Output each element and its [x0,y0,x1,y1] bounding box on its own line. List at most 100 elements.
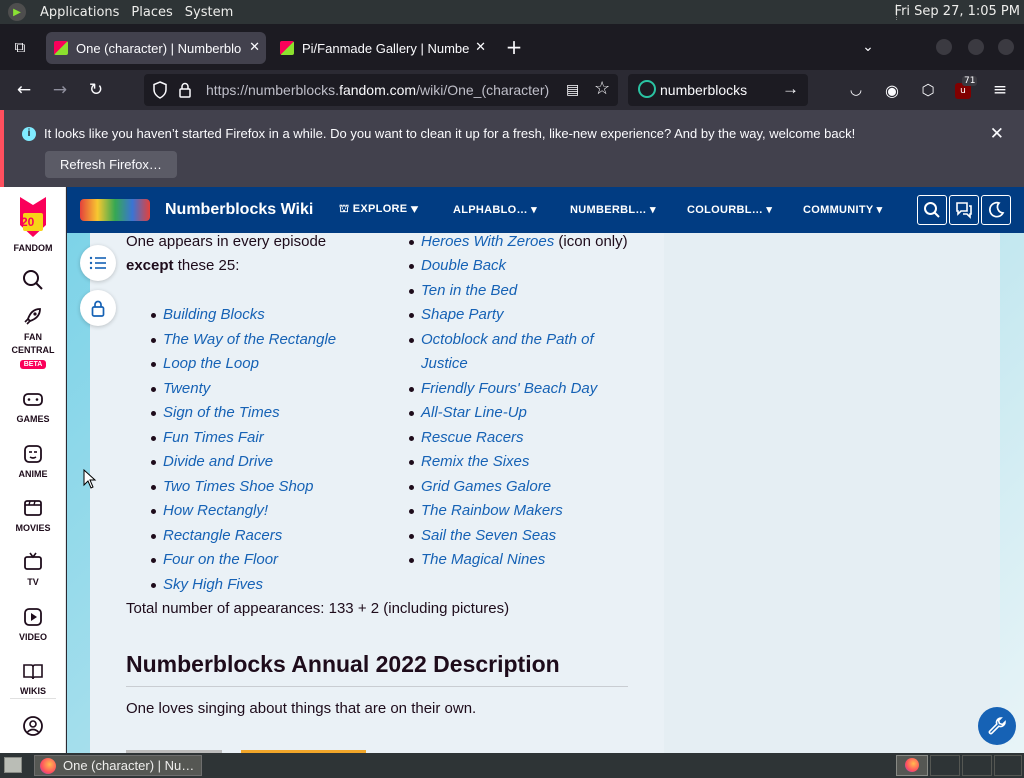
episode-link[interactable]: Ten in the Bed [421,282,517,299]
workspace-2[interactable] [930,755,960,776]
list-bullet [151,558,156,563]
tab-pi-fanmade-gallery[interactable]: Pi/Fanmade Gallery | Numbe ✕ [272,32,492,64]
episode-link[interactable]: Building Blocks [163,306,265,323]
episode-link[interactable]: Twenty [163,380,210,397]
fandom-favicon-icon [280,41,294,55]
episode-link[interactable]: Grid Games Galore [421,478,551,495]
theme-toggle-button[interactable] [981,195,1011,225]
fandom-favicon-icon [54,41,68,55]
close-tab-icon[interactable]: ✕ [475,39,486,55]
close-notification-icon[interactable]: ✕ [990,124,1004,144]
list-bullet [409,386,414,392]
refresh-firefox-button[interactable]: Refresh Firefox… [45,151,177,178]
pocket-icon[interactable]: ◡ [844,78,868,102]
wiki-search-button[interactable] [917,195,947,225]
episode-link[interactable]: Friendly Fours' Beach Day [421,380,597,397]
nav-community[interactable]: COMMUNITY ▾ [803,203,883,216]
workspace-4[interactable] [994,755,1022,776]
episode-link[interactable]: Fun Times Fair [163,429,264,446]
episode-link[interactable]: Sky High Fives [163,576,263,593]
workspace-1[interactable] [896,755,928,776]
extensions-puzzle-icon[interactable]: ⬡ [916,78,940,102]
nav-alphablocks[interactable]: ALPHABLO… ▾ [453,203,537,216]
episode-link[interactable]: Four on the Floor [163,551,278,568]
episode-link[interactable]: Double Back [421,257,506,274]
system-logo-icon[interactable]: ▶ [8,3,26,21]
nav-colourblocks-label: COLOURBL… [687,204,764,216]
search-bar[interactable]: numberblocks → [628,74,808,106]
fandom-logo-link[interactable]: 20 FANDOM [0,195,66,253]
wiki-tools-button[interactable] [978,707,1016,745]
applications-menu[interactable]: Applications [34,5,125,20]
search-go-arrow-icon[interactable]: → [782,79,799,99]
episode-link[interactable]: Two Times Shoe Shop [163,478,314,495]
tv-link[interactable]: TV [0,551,66,587]
list-bullet [151,313,156,318]
episode-link[interactable]: Justice [421,355,468,372]
numberblocks-wiki-logo[interactable] [80,199,150,221]
games-link[interactable]: GAMES [0,388,66,424]
shield-icon[interactable] [152,81,168,99]
workspace-3[interactable] [962,755,992,776]
tab-one-character[interactable]: One (character) | Numberblo ✕ [46,32,266,64]
episode-link[interactable]: Rescue Racers [421,429,524,446]
episode-link[interactable]: The Rainbow Makers [421,502,563,519]
places-menu[interactable]: Places [125,5,178,20]
new-tab-icon[interactable]: + [502,35,526,59]
episode-link[interactable]: Shape Party [421,306,504,323]
hamburger-menu-icon[interactable]: ≡ [988,78,1012,102]
user-account-link[interactable] [0,715,66,741]
url-bar[interactable]: https://numberblocks.fandom.com/wiki/One… [144,74,618,106]
top-panel: ▶ Applications Places System Fri Sep 27,… [0,0,1024,24]
episode-link[interactable]: Octoblock and the Path of [421,331,594,348]
tab-overview-icon[interactable]: ⧉ [8,35,32,59]
nav-numberblocks[interactable]: NUMBERBL… ▾ [570,203,656,216]
lock-icon[interactable] [178,81,192,99]
episode-link[interactable]: How Rectangly! [163,502,268,519]
nav-alphablocks-label: ALPHABLO… [453,204,528,216]
system-menu[interactable]: System [179,5,239,20]
episode-link[interactable]: Sail the Seven Seas [421,527,556,544]
nav-explore[interactable]: ⛫ EXPLORE ▾ [339,203,419,217]
search-input[interactable]: numberblocks [660,82,747,98]
taskbar-window-button[interactable]: One (character) | Nu… [34,755,202,776]
wiki-community-header: Numberblocks Wiki ⛫ EXPLORE ▾ ALPHABLO… … [67,187,1024,233]
reload-icon[interactable]: ↻ [84,78,108,102]
search-rail-button[interactable] [0,269,66,295]
episode-link[interactable]: Heroes With Zeroes [421,233,554,250]
minimize-window-icon[interactable] [936,39,952,55]
reader-view-icon[interactable]: ▤ [566,81,582,99]
list-tabs-chevron-icon[interactable]: ⌄ [856,35,880,59]
movies-link[interactable]: MOVIES [0,497,66,533]
close-tab-icon[interactable]: ✕ [249,39,260,55]
episode-link[interactable]: Loop the Loop [163,355,259,372]
episode-link[interactable]: Rectangle Racers [163,527,282,544]
list-bullet [409,240,414,245]
page-protection-button[interactable] [80,290,116,326]
list-icon [89,256,106,270]
fan-central-link[interactable]: FAN CENTRAL BETA [0,305,66,369]
nav-colourblocks[interactable]: COLOURBL… ▾ [687,203,772,216]
bookmark-star-icon[interactable]: ☆ [594,78,610,99]
show-desktop-icon[interactable] [4,757,22,773]
maximize-window-icon[interactable] [968,39,984,55]
back-arrow-icon[interactable]: ← [12,78,36,102]
episode-link[interactable]: The Way of the Rectangle [163,331,336,348]
anime-link[interactable]: ANIME [0,443,66,479]
clock[interactable]: Fri Sep 27, 1:05 PM [895,4,1020,19]
video-link[interactable]: VIDEO [0,606,66,642]
right-rail [664,233,1000,753]
episode-link[interactable]: The Magical Nines [421,551,545,568]
episode-link[interactable]: Sign of the Times [163,404,280,421]
episode-link[interactable]: All-Star Line-Up [421,404,527,421]
wiki-name-link[interactable]: Numberblocks Wiki [165,201,313,219]
episode-link[interactable]: Remix the Sixes [421,453,529,470]
discussions-button[interactable] [949,195,979,225]
account-icon[interactable]: ◉ [880,78,904,102]
forward-arrow-icon[interactable]: → [48,78,72,102]
table-of-contents-button[interactable] [80,245,116,281]
list-bullet [409,313,414,318]
episode-link[interactable]: Divide and Drive [163,453,273,470]
close-window-icon[interactable] [998,39,1014,55]
wikis-link[interactable]: WIKIS [0,660,66,696]
